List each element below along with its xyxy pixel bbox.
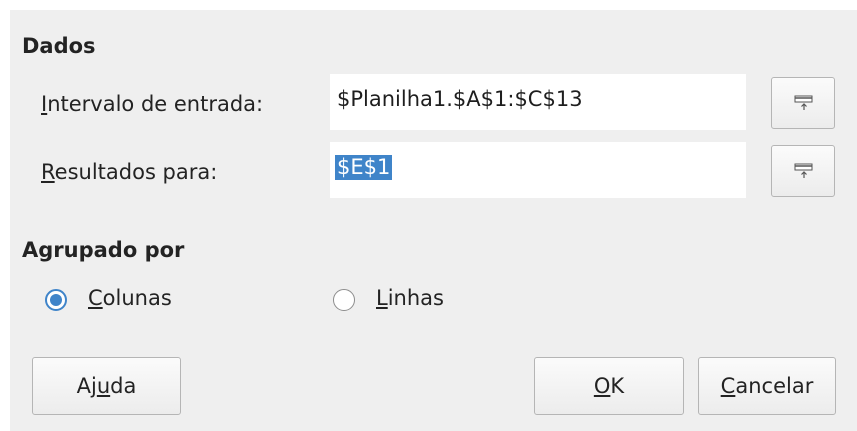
input-range-value: $Planilha1.$A$1:$C$13 (337, 87, 583, 111)
help-button-text-pre: Aj (76, 374, 97, 398)
cancel-button-text: ancelar (735, 374, 814, 398)
input-range-field[interactable]: $Planilha1.$A$1:$C$13 (330, 74, 746, 130)
help-button[interactable]: Ajuda (32, 357, 181, 415)
results-to-label: Resultados para: (41, 162, 217, 183)
ok-button-mnemonic: O (593, 374, 611, 398)
ok-button[interactable]: OK (534, 357, 684, 415)
section-title-agrupado-por: Agrupado por (22, 238, 185, 262)
results-to-label-text: esultados para: (54, 160, 218, 184)
radio-rows-label-text: inhas (387, 286, 444, 310)
help-button-mnemonic: u (96, 374, 111, 398)
descriptive-statistics-dialog: Dados Intervalo de entrada: $Planilha1.$… (10, 10, 857, 431)
radio-columns-label[interactable]: Colunas (88, 288, 172, 309)
radio-columns[interactable] (45, 289, 67, 311)
shrink-dialog-icon (794, 163, 813, 178)
radio-rows-label[interactable]: Linhas (376, 288, 444, 309)
help-button-text-post: da (110, 374, 137, 398)
cancel-button-mnemonic: C (720, 374, 736, 398)
radio-columns-label-mnemonic: C (88, 286, 103, 310)
results-to-field[interactable]: $E$1 (330, 142, 746, 198)
input-range-label-text: ntervalo de entrada: (47, 92, 264, 116)
input-range-shrink-button[interactable] (771, 77, 835, 129)
section-title-dados: Dados (22, 34, 96, 58)
results-to-shrink-button[interactable] (771, 145, 835, 197)
shrink-dialog-icon (794, 95, 813, 110)
results-to-label-mnemonic: R (41, 160, 55, 184)
ok-button-text: K (610, 374, 625, 398)
input-range-label: Intervalo de entrada: (41, 94, 263, 115)
radio-columns-label-text: olunas (102, 286, 172, 310)
cancel-button[interactable]: Cancelar (698, 357, 836, 415)
results-to-value: $E$1 (335, 155, 393, 180)
radio-rows-label-mnemonic: L (376, 286, 388, 310)
radio-rows[interactable] (333, 289, 355, 311)
